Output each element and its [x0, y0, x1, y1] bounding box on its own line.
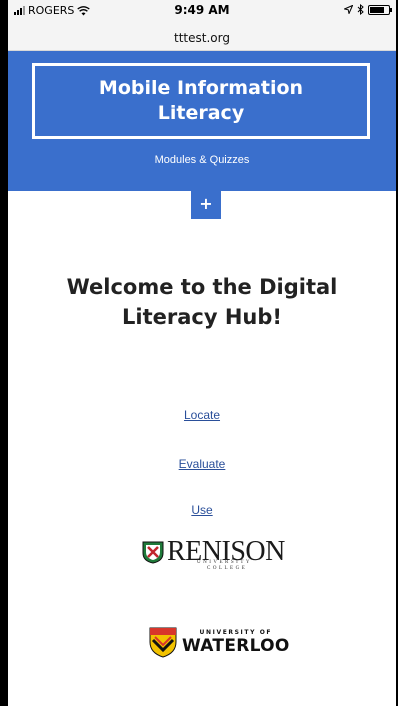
renison-subtext: UNIVERSITY COLLEGE [197, 560, 252, 572]
waterloo-line2: WATERLOO [182, 636, 290, 656]
use-link[interactable]: Use [8, 503, 396, 517]
locate-link[interactable]: Locate [8, 408, 396, 422]
renison-subtext-line2: COLLEGE [207, 566, 248, 571]
page-heading: Welcome to the Digital Literacy Hub! [66, 275, 338, 329]
evaluate-link[interactable]: Evaluate [8, 457, 396, 471]
waterloo-wordmark: UNIVERSITY OF WATERLOO [182, 629, 290, 655]
site-subtitle: Modules & Quizzes [154, 154, 250, 166]
status-time: 9:49 AM [174, 3, 230, 17]
battery-icon [368, 4, 392, 15]
phone-screen: ROGERS 9:49 AM tttest.org Mobile Informa… [8, 0, 396, 706]
waterloo-crest-icon [149, 627, 177, 658]
renison-logo: RENISON UNIVERSITY COLLEGE [141, 538, 285, 572]
address-bar[interactable]: tttest.org [8, 22, 396, 51]
status-right [344, 4, 392, 15]
site-header: Mobile Information Literacy Modules & Qu… [8, 51, 396, 191]
renison-wordmark: RENISON UNIVERSITY COLLEGE [167, 538, 285, 572]
location-icon [344, 5, 353, 14]
menu-toggle-button[interactable]: + [191, 191, 221, 219]
site-title-box[interactable]: Mobile Information Literacy [32, 63, 370, 139]
bluetooth-icon [357, 4, 364, 15]
site-title[interactable]: Mobile Information Literacy [86, 76, 316, 126]
url-text[interactable]: tttest.org [8, 22, 396, 45]
waterloo-logo: UNIVERSITY OF WATERLOO [148, 626, 290, 658]
renison-crest-icon [142, 541, 164, 564]
status-bar: ROGERS 9:49 AM [8, 0, 396, 22]
